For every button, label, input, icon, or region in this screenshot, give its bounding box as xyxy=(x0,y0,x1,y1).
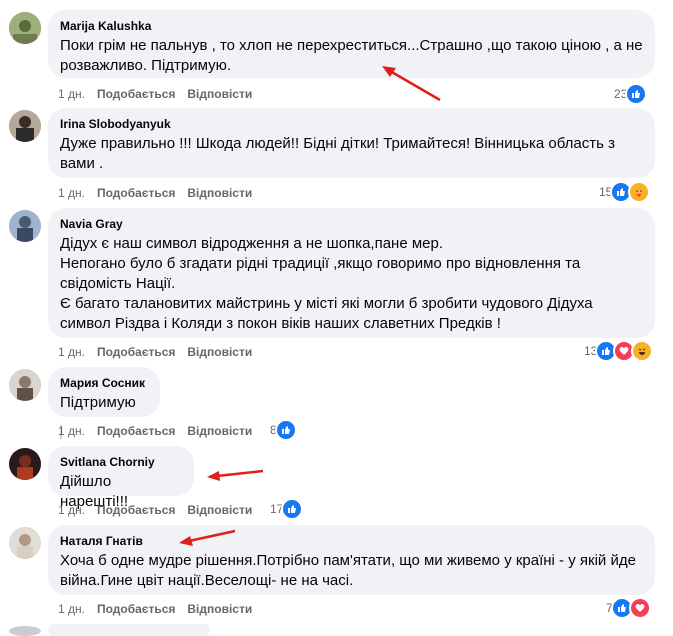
comment-bubble: Svitlana Chorniy Дійшло нарешті!!! xyxy=(48,446,194,510)
comment-text: Дуже правильно !!! Шкода людей!! Бідні д… xyxy=(60,135,615,172)
comment-time[interactable]: 1 дн. xyxy=(58,186,85,200)
comment-actions: 1 дн. Подобається Відповісти xyxy=(58,345,264,359)
comment-time[interactable]: 1 дн. xyxy=(58,424,85,438)
like-button[interactable]: Подобається xyxy=(97,186,175,200)
like-button[interactable]: Подобається xyxy=(97,503,175,517)
comment-bubble: Marija Kalushka Поки грім не пальнув , т… xyxy=(48,10,655,78)
red-arrow-annotation xyxy=(179,529,236,546)
reaction-summary[interactable]: 7 xyxy=(606,597,651,619)
comment-author[interactable]: Irina Slobodyanyuk xyxy=(60,116,643,132)
comment-actions: 1 дн. Подобається Відповісти xyxy=(58,503,264,517)
comment-actions: 1 дн. Подобається Відповісти xyxy=(58,186,264,200)
comment-bubble: Мария Сосник Підтримую xyxy=(48,367,160,417)
care-icon xyxy=(628,181,651,203)
comment-actions: 1 дн. Подобається Відповісти xyxy=(58,602,264,616)
red-arrow-annotation xyxy=(207,469,264,481)
comment-bubble: Navia Gray Дідух є наш символ відродженн… xyxy=(48,208,655,338)
like-button[interactable]: Подобається xyxy=(97,345,175,359)
reaction-summary[interactable]: 15 xyxy=(599,181,651,203)
comment-time[interactable]: 1 дн. xyxy=(58,345,85,359)
avatar[interactable] xyxy=(9,527,41,559)
comment-author[interactable]: Наталя Гнатів xyxy=(60,533,643,549)
like-button[interactable]: Подобається xyxy=(97,87,175,101)
comment-bubble xyxy=(48,624,210,636)
comment-text: Дідух є наш символ відродження а не шопк… xyxy=(60,235,593,332)
reply-button[interactable]: Відповісти xyxy=(187,186,252,200)
avatar[interactable] xyxy=(9,210,41,242)
like-button[interactable]: Подобається xyxy=(97,424,175,438)
reply-button[interactable]: Відповісти xyxy=(187,503,252,517)
comment-time[interactable]: 1 дн. xyxy=(58,87,85,101)
comment-author[interactable]: Мария Сосник xyxy=(60,375,148,391)
like-icon xyxy=(625,83,648,105)
comment-text: Хоча б одне мудре рішення.Потрібно пам'я… xyxy=(60,552,636,589)
comment-author[interactable]: Navia Gray xyxy=(60,216,643,232)
avatar[interactable] xyxy=(9,110,41,142)
comment-author[interactable]: Svitlana Chorniy xyxy=(60,454,182,470)
reaction-summary[interactable]: 8 xyxy=(270,419,297,441)
comment-bubble: Irina Slobodyanyuk Дуже правильно !!! Шк… xyxy=(48,108,655,178)
comment-author[interactable]: Marija Kalushka xyxy=(60,18,643,34)
reaction-summary[interactable]: 13 xyxy=(584,340,654,362)
comment-actions: 1 дн. Подобається Відповісти xyxy=(58,87,264,101)
comment-time[interactable]: 1 дн. xyxy=(58,503,85,517)
comment-text: Поки грім не пальнув , то хлоп не перехр… xyxy=(60,37,643,74)
reaction-summary[interactable]: 23 xyxy=(614,83,648,105)
haha-icon xyxy=(631,340,654,362)
like-button[interactable]: Подобається xyxy=(97,602,175,616)
red-arrow-annotation xyxy=(382,66,441,102)
reply-button[interactable]: Відповісти xyxy=(187,602,252,616)
avatar[interactable] xyxy=(9,12,41,44)
love-icon xyxy=(628,597,651,619)
like-icon xyxy=(274,419,297,441)
reaction-summary[interactable]: 17 xyxy=(270,498,304,520)
reply-button[interactable]: Відповісти xyxy=(187,87,252,101)
reply-button[interactable]: Відповісти xyxy=(187,424,252,438)
comment-bubble: Наталя Гнатів Хоча б одне мудре рішення.… xyxy=(48,525,655,595)
comment-text: Підтримую xyxy=(60,394,136,411)
avatar[interactable] xyxy=(9,448,41,480)
reply-button[interactable]: Відповісти xyxy=(187,345,252,359)
avatar[interactable] xyxy=(9,626,41,636)
avatar[interactable] xyxy=(9,369,41,401)
like-icon xyxy=(281,498,304,520)
comment-time[interactable]: 1 дн. xyxy=(58,602,85,616)
comment-actions: 1 дн. Подобається Відповісти xyxy=(58,424,264,438)
